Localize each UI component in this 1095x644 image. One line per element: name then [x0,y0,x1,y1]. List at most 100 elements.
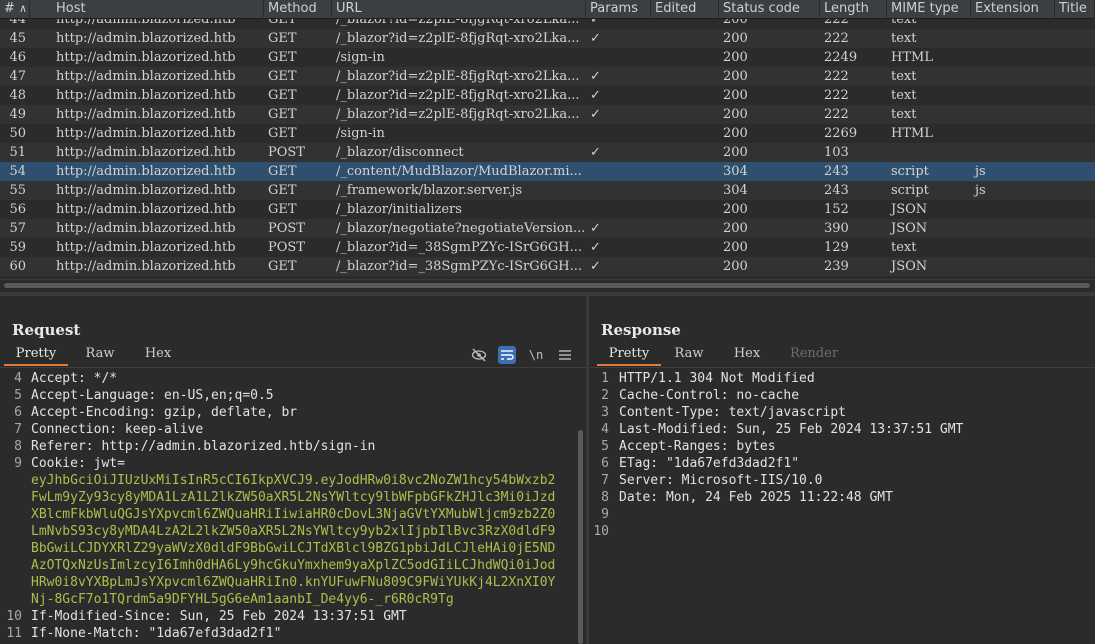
cell-ext [971,257,1055,276]
menu-icon[interactable] [556,346,574,364]
code-line: 9 Cookie: jwt= [0,455,586,472]
column-header-title[interactable]: Title [1055,0,1095,19]
table-row[interactable]: 54 http://admin.blazorized.htb GET /_conten… [0,162,1095,181]
cell-mime: text [891,88,917,103]
response-tab-render[interactable]: Render [779,344,849,366]
response-tab-hex[interactable]: Hex [721,344,773,366]
header-name: Server: [619,473,674,488]
code-content: If-None-Match: "1da67efd3dad2f1" [31,625,281,642]
cell-edited [651,86,719,105]
cell-host: http://admin.blazorized.htb [56,164,236,179]
column-header-extension[interactable]: Extension [971,0,1055,19]
table-row[interactable]: 56 http://admin.blazorized.htb GET /_blazor… [0,200,1095,219]
line-number: 7 [14,422,22,437]
code-line: 11 If-None-Match: "1da67efd3dad2f1" [0,625,586,642]
request-toolbar: \n [468,346,578,364]
table-row[interactable]: 45 http://admin.blazorized.htb GET /_blazor… [0,29,1095,48]
column-header-status-code[interactable]: Status code [719,0,820,19]
header-name: Last-Modified: [619,422,729,437]
cell-num: 45 [9,31,26,46]
code-content: Cache-Control: no-cache [619,387,799,404]
cell-ext [971,219,1055,238]
jwt-token-text: AzOTQxNzUsImlzcyI6Imh0dHA6Ly9hcGkuYmxhem… [31,558,556,573]
cell-params: ✓ [590,240,601,255]
header-name: Accept: [31,371,86,386]
cell-method: POST [268,240,305,255]
cell-url: /_blazor?id=z2plE-8fjgRqt-xro2Lka... [336,69,580,84]
jwt-token-text: XBlcmFkbWluQGJsYXpvcml6ZWQuaHRiIiwiaHR0c… [31,507,556,522]
eye-slash-icon[interactable] [470,346,488,364]
cell-status: 200 [723,126,748,141]
cell-status: 200 [723,240,748,255]
table-row[interactable]: 60 http://admin.blazorized.htb GET /_blazor… [0,257,1095,276]
table-row[interactable]: 50 http://admin.blazorized.htb GET/sign-in… [0,124,1095,143]
code-line: XBlcmFkbWluQGJsYXpvcml6ZWQuaHRiIiwiaHR0c… [0,506,586,523]
cell-method: POST [268,221,305,236]
cell-mime: JSON [891,202,928,217]
table-row[interactable]: 51 http://admin.blazorized.htb POST /_blazo… [0,143,1095,162]
cell-ext [971,29,1055,48]
request-editor[interactable]: 4 Accept: */* 5 Accept-Language: en-US,en;q… [0,370,586,644]
newline-icon[interactable]: \n [527,346,545,364]
code-line: 3 Content-Type: text/javascript [589,404,1095,421]
request-tabs-divider [0,367,586,368]
cell-mime: JSON [891,221,928,236]
response-tab-pretty[interactable]: Pretty [597,344,661,366]
response-tabs-divider [589,367,1095,368]
cell-host: http://admin.blazorized.htb [56,50,236,65]
cell-num: 47 [9,69,26,84]
line-number: 5 [601,439,609,454]
cell-edited [651,29,719,48]
column-header-host[interactable]: Host [52,0,264,19]
column-header-method[interactable]: Method [264,0,332,19]
table-row[interactable]: 47 http://admin.blazorized.htb GET /_blazor… [0,67,1095,86]
table-row[interactable]: 46 http://admin.blazorized.htb GET/sign-in… [0,48,1095,67]
code-line: 5 Accept-Ranges: bytes [589,438,1095,455]
column-header-params[interactable]: Params [586,0,651,19]
request-tab-pretty[interactable]: Pretty [4,344,68,366]
cell-edited [651,48,719,67]
line-number: 8 [601,490,609,505]
table-row[interactable]: 48 http://admin.blazorized.htb GET /_blazor… [0,86,1095,105]
header-name: HTTP/1.1 304 Not Modified [619,371,815,386]
table-row[interactable]: 57 http://admin.blazorized.htb POST /_blazo… [0,219,1095,238]
header-value: Sun, 25 Feb 2024 13:37:51 GMT [728,422,964,437]
column-header-mime-type[interactable]: MIME type [887,0,971,19]
column-header-url[interactable]: URL [332,0,586,19]
cell-mime: JSON [891,259,928,274]
table-row[interactable]: 49 http://admin.blazorized.htb GET /_blazor… [0,105,1095,124]
response-editor[interactable]: 1 HTTP/1.1 304 Not Modified 2 Cache-Control… [589,370,1095,644]
code-line: 1 HTTP/1.1 304 Not Modified [589,370,1095,387]
cell-method: GET [268,164,297,179]
header-name: If-Modified-Since: [31,609,172,624]
code-line: 10 [589,523,1095,540]
wrap-icon[interactable] [498,346,516,364]
header-name: Accept-Encoding: [31,405,157,420]
cell-mime: HTML [891,50,933,65]
line-number: 10 [593,524,609,539]
header-value: Microsoft-IIS/10.0 [673,473,823,488]
cell-status: 304 [723,183,748,198]
horizontal-scrollbar-thumb[interactable] [4,283,1090,288]
cell-host: http://admin.blazorized.htb [56,202,236,217]
request-vertical-scrollbar[interactable] [578,430,583,644]
line-number: 6 [601,456,609,471]
response-tab-raw[interactable]: Raw [663,344,715,366]
table-row[interactable]: 55 http://admin.blazorized.htb GET /_framew… [0,181,1095,200]
cell-ext [971,143,1055,162]
cell-ext [971,105,1055,124]
cell-edited [651,257,719,276]
jwt-token-text: HRw0i8vYXBpLmJsYXpvcml6ZWQuaHRiIn0.knYUF… [31,575,556,590]
cell-url: /_blazor?id=z2plE-8fjgRqt-xro2Lka... [336,107,580,122]
request-tab-hex[interactable]: Hex [132,344,184,366]
request-tab-raw[interactable]: Raw [74,344,126,366]
horizontal-scrollbar[interactable] [0,279,1095,291]
code-line: BbGwiLCJDYXRlZ29yaWVzX0dldF9BbGwiLCJTdXB… [0,540,586,557]
column-header-number[interactable]: # ∧ [0,0,30,19]
table-row[interactable]: 59 http://admin.blazorized.htb POST /_blazo… [0,238,1095,257]
column-header-length[interactable]: Length [820,0,887,19]
cell-host: http://admin.blazorized.htb [56,145,236,160]
cell-length: 243 [824,164,849,179]
column-header-edited[interactable]: Edited [651,0,719,19]
cell-length: 222 [824,69,849,84]
